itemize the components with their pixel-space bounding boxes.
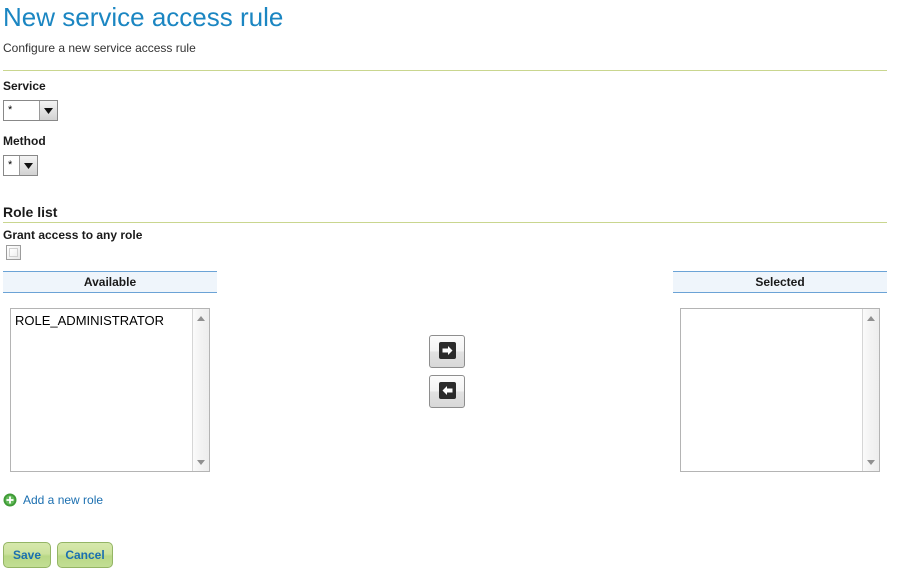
list-item[interactable]: ROLE_ADMINISTRATOR [11, 312, 192, 329]
selected-list-box[interactable] [680, 308, 880, 472]
arrow-right-icon [438, 341, 456, 362]
service-label: Service [3, 79, 46, 93]
available-list-box[interactable]: ROLE_ADMINISTRATOR [10, 308, 210, 472]
page-subtitle: Configure a new service access rule [3, 41, 196, 55]
chevron-down-icon [39, 101, 57, 120]
selected-list-header: Selected [673, 271, 887, 293]
method-select[interactable]: * [3, 155, 38, 176]
service-select-value: * [8, 104, 13, 116]
save-button[interactable]: Save [3, 542, 51, 568]
method-label: Method [3, 134, 46, 148]
move-to-selected-button[interactable] [429, 335, 465, 368]
plus-circle-icon [3, 493, 17, 507]
selected-list-scrollbar[interactable] [862, 309, 879, 471]
triangle-up-icon[interactable] [863, 310, 879, 326]
role-list-section-label: Role list [3, 204, 58, 220]
triangle-down-icon[interactable] [863, 454, 879, 470]
triangle-up-icon[interactable] [193, 310, 209, 326]
page-title: New service access rule [3, 2, 284, 32]
grant-access-label: Grant access to any role [3, 228, 143, 242]
selected-list-header-label: Selected [755, 275, 805, 289]
add-new-role-label[interactable]: Add a new role [23, 493, 103, 507]
selected-list-body[interactable] [681, 309, 862, 471]
available-list-body[interactable]: ROLE_ADMINISTRATOR [11, 309, 192, 471]
move-to-available-button[interactable] [429, 375, 465, 408]
available-list-header: Available [3, 271, 217, 293]
cancel-button-label: Cancel [65, 548, 105, 562]
cancel-button[interactable]: Cancel [57, 542, 113, 568]
checkbox-inner [9, 248, 18, 257]
new-service-access-rule-page: New service access rule Configure a new … [0, 0, 897, 577]
arrow-left-icon [438, 381, 456, 402]
section-divider-top [3, 70, 887, 71]
available-list-scrollbar[interactable] [192, 309, 209, 471]
add-new-role-link[interactable]: Add a new role [3, 491, 103, 509]
method-select-value: * [8, 159, 13, 171]
section-divider-role-list [3, 222, 887, 223]
grant-access-checkbox[interactable] [6, 245, 21, 260]
service-select[interactable]: * [3, 100, 58, 121]
available-list-header-label: Available [83, 275, 137, 289]
save-button-label: Save [12, 548, 42, 562]
triangle-down-icon[interactable] [193, 454, 209, 470]
chevron-down-icon [19, 156, 37, 175]
